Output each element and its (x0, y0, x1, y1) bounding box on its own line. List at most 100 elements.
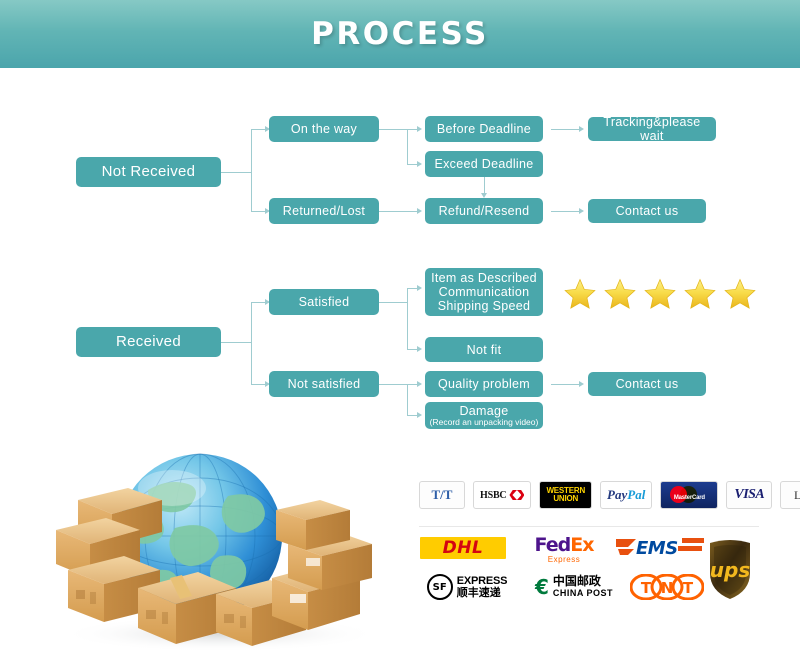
flow-box-damage: Damage (Record an unpacking video) (425, 402, 543, 429)
payment-label-line2: UNION (553, 494, 579, 503)
carrier-label-group: EXPRESS 顺丰速递 (456, 576, 508, 599)
flow-box-label-line3: Shipping Speed (437, 299, 531, 313)
flow-box-not-received: Not Received (76, 157, 221, 187)
flow-box-label: Not Received (101, 163, 196, 180)
payment-label: VISA (734, 487, 765, 502)
flow-box-label: Contact us (615, 204, 679, 218)
payment-label: MasterCard (673, 495, 705, 501)
flow-box-exceed-deadline: Exceed Deadline (425, 151, 543, 177)
connector-root-stem (221, 172, 251, 173)
payment-label: T/T (431, 487, 453, 502)
tnt-ovals-icon: T N T (630, 574, 704, 600)
payment-label: HSBC (480, 489, 507, 501)
arrow-to-contact-us-bottom-icon (579, 381, 584, 387)
sf-circle-icon: SF (426, 574, 453, 600)
arrow-to-tracking-icon (579, 126, 584, 132)
connector-satisfied-stem (379, 302, 407, 303)
payment-badge-lc: L/C (780, 481, 800, 509)
flow-box-sublabel: (Record an unpacking video) (429, 417, 539, 427)
arrow-to-not-fit-icon (417, 346, 422, 352)
flow-box-label-line1: Item as Described (431, 271, 537, 285)
flow-box-label: Before Deadline (436, 122, 532, 136)
connector-refund-to-contact (551, 211, 581, 212)
flow-box-label: Not fit (466, 342, 502, 357)
flow-box-label: Exceed Deadline (434, 157, 534, 171)
carrier-logo-china-post: € 中国邮政 CHINA POST (522, 572, 626, 602)
flow-box-label: Damage (459, 404, 509, 418)
star-icon (564, 278, 596, 309)
carrier-logo-sf-express: SF EXPRESS 顺丰速递 (422, 572, 512, 602)
flow-box-item-as-described: Item as Described Communication Shipping… (425, 268, 543, 316)
flow-box-refund-resend: Refund/Resend (425, 198, 543, 224)
connector-returned-to-refund (379, 211, 419, 212)
arrow-to-refund-icon (417, 208, 422, 214)
carrier-logo-dhl: DHL (420, 537, 506, 559)
flow-box-label-line2: Communication (438, 285, 530, 299)
globe-with-shipping-boxes-image (56, 453, 380, 652)
flow-box-quality-problem: Quality problem (425, 371, 543, 397)
carrier-label: FedEx (534, 534, 595, 556)
flow-box-label: Not satisfied (287, 377, 361, 391)
carrier-label-fed: Fed (534, 534, 572, 556)
flow-box-label: Tracking&please wait (603, 115, 701, 143)
flow-box-tracking-please-wait: Tracking&please wait (588, 115, 716, 143)
payment-methods-row: T/T HSBC WESTERN UNION Pay Pal MasterCard… (419, 481, 800, 509)
flow-box-not-satisfied: Not satisfied (269, 371, 379, 397)
flow-box-on-the-way: On the way (269, 116, 379, 142)
carrier-logo-ups: ups (708, 534, 752, 604)
star-icon (684, 278, 716, 309)
arrow-to-item-described-icon (417, 285, 422, 291)
connector-deadline-split (407, 129, 408, 165)
flow-box-label: Received (116, 333, 181, 350)
connector-root-split (251, 129, 252, 212)
flow-box-label: Quality problem (437, 377, 531, 391)
payment-label-pal: Pal (627, 487, 646, 502)
payment-badge-tt: T/T (419, 481, 465, 509)
payment-badge-mastercard: MasterCard (660, 481, 719, 509)
payment-badge-paypal: Pay Pal (600, 481, 653, 509)
payment-badge-visa: VISA (726, 481, 773, 509)
arrow-to-damage-icon (417, 412, 422, 418)
carrier-label: EMS (636, 538, 678, 559)
connector-notsatisfied-split (407, 384, 408, 415)
connector-ontheway-stem (379, 129, 407, 130)
star-icon (604, 278, 636, 309)
star-icon (644, 278, 676, 309)
carrier-label-ex: Ex (570, 534, 594, 556)
carrier-label: DHL (442, 538, 484, 558)
connector-received-stem (221, 342, 251, 343)
flow-box-label: Satisfied (298, 295, 350, 309)
star-icon (724, 278, 756, 309)
flow-box-label: Refund/Resend (438, 204, 530, 218)
carrier-label-cn: 顺丰速递 (456, 586, 501, 599)
payment-badge-hsbc: HSBC (473, 481, 532, 509)
carrier-label-cn: 中国邮政 (552, 574, 601, 588)
svg-text:ups: ups (710, 558, 751, 582)
flow-box-contact-us-top: Contact us (588, 199, 706, 223)
carrier-mark: SF (432, 581, 447, 593)
page-title: PROCESS (311, 16, 489, 52)
carrier-label-group: 中国邮政 CHINA POST (553, 575, 613, 599)
arrow-to-quality-problem-icon (417, 381, 422, 387)
carrier-logo-tnt: T N T (630, 574, 704, 600)
shipping-carriers-grid: DHL FedEx Express EMS ups SF EXPRESS 顺丰速… (420, 534, 750, 610)
connector-quality-to-contact (551, 384, 581, 385)
flow-box-received: Received (76, 327, 221, 357)
carrier-logo-ems: EMS (616, 536, 704, 561)
flow-box-before-deadline: Before Deadline (425, 116, 543, 142)
svg-text:N: N (661, 579, 674, 597)
payment-label-pay: Pay (607, 487, 628, 502)
carrier-label-en: CHINA POST (552, 588, 614, 598)
flow-box-contact-us-bottom: Contact us (588, 372, 706, 396)
flow-box-label: On the way (290, 122, 358, 136)
hsbc-hexagon-icon (509, 490, 525, 500)
connector-satisfied-split (407, 288, 408, 350)
connector-received-split (251, 302, 252, 384)
china-post-emblem-icon: € (534, 575, 549, 599)
section-divider (419, 526, 759, 527)
flow-box-label: Returned/Lost (282, 204, 366, 218)
arrow-to-before-deadline-icon (417, 126, 422, 132)
flow-box-not-fit: Not fit (425, 337, 543, 362)
flow-box-returned-lost: Returned/Lost (269, 198, 379, 224)
arrow-to-contact-us-icon (579, 208, 584, 214)
